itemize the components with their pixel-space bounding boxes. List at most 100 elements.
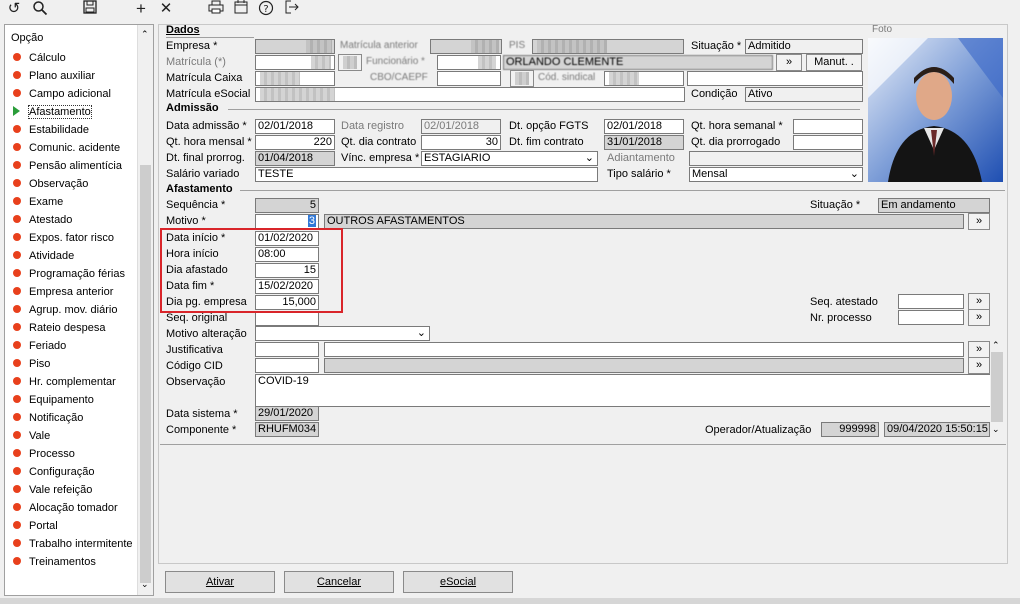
sequencia-label: Sequência *: [166, 199, 226, 211]
sidebar-item[interactable]: Campo adicional: [13, 86, 111, 103]
qt-hora-semanal-field[interactable]: [793, 119, 863, 134]
sidebar-item[interactable]: Empresa anterior: [13, 284, 113, 301]
exit-icon[interactable]: [282, 0, 302, 18]
manut-button[interactable]: Manut. .: [806, 54, 862, 71]
observacao-scrollbar[interactable]: ⌃ ⌄: [990, 340, 1004, 437]
codigo-cid-lookup-button[interactable]: »: [968, 357, 990, 374]
sidebar-item[interactable]: Portal: [13, 518, 58, 535]
sidebar-item[interactable]: Piso: [13, 356, 50, 373]
condicao-field: Ativo: [745, 87, 863, 102]
search-icon[interactable]: [30, 0, 50, 18]
bullet-icon: [13, 539, 21, 548]
sidebar-item[interactable]: Treinamentos: [13, 554, 96, 571]
seq-original-field[interactable]: [255, 311, 319, 326]
sidebar-item[interactable]: Observação: [13, 176, 88, 193]
salario-variado-field[interactable]: TESTE: [255, 167, 598, 182]
sidebar-item[interactable]: Exame: [13, 194, 63, 211]
sidebar-item-label: Vale refeição: [29, 484, 93, 496]
sidebar-item[interactable]: Plano auxiliar: [13, 68, 95, 85]
sidebar-item[interactable]: Rateio despesa: [13, 320, 105, 337]
sidebar-item[interactable]: Afastamento: [13, 104, 92, 121]
bullet-icon: [13, 287, 21, 296]
sidebar-item[interactable]: Comunic. acidente: [13, 140, 120, 157]
sidebar-item[interactable]: Expos. fator risco: [13, 230, 114, 247]
qt-dia-contrato-field[interactable]: 30: [421, 135, 501, 150]
esocial-button[interactable]: eSocial: [403, 571, 513, 593]
nr-processo-field[interactable]: [898, 310, 964, 325]
ativar-button[interactable]: Ativar: [165, 571, 275, 593]
matricula-lookup-button[interactable]: [338, 54, 362, 71]
matricula-esocial-field[interactable]: [255, 87, 685, 102]
seq-atestado-lookup-button[interactable]: »: [968, 293, 990, 310]
sidebar-item-label: Expos. fator risco: [29, 232, 114, 244]
sidebar-item-label: Piso: [29, 358, 51, 370]
motivo-lookup-button[interactable]: »: [968, 213, 990, 230]
sidebar-item[interactable]: Hr. complementar: [13, 374, 116, 391]
dt-opcao-fgts-field[interactable]: 02/01/2018: [604, 119, 684, 134]
cancelar-button[interactable]: Cancelar: [284, 571, 394, 593]
matricula-field[interactable]: [255, 55, 335, 70]
dados-extra-field[interactable]: [687, 71, 863, 86]
undo-icon[interactable]: ↺: [4, 0, 24, 18]
cbo-lookup-button[interactable]: [510, 70, 534, 87]
sidebar-item[interactable]: Vale refeição: [13, 482, 92, 499]
sidebar-item[interactable]: Feriado: [13, 338, 66, 355]
componente-label: Componente *: [166, 424, 237, 436]
observacao-textarea[interactable]: COVID-19: [255, 374, 991, 407]
save-icon[interactable]: [80, 0, 100, 18]
add-icon[interactable]: +: [131, 0, 151, 18]
funcionario-code-field[interactable]: [437, 55, 501, 70]
funcionario-lookup-button[interactable]: »: [776, 54, 802, 71]
justificativa-code-field[interactable]: [255, 342, 319, 357]
sidebar-item[interactable]: Processo: [13, 446, 75, 463]
cod-sindical-field[interactable]: [604, 71, 684, 86]
calendar-icon[interactable]: [231, 0, 251, 18]
justificativa-lookup-button[interactable]: »: [968, 341, 990, 358]
cbo-field[interactable]: [437, 71, 501, 86]
justificativa-desc-field[interactable]: [324, 342, 964, 357]
data-admissao-field[interactable]: 02/01/2018: [255, 119, 335, 134]
scroll-up-icon[interactable]: ⌃: [992, 340, 1000, 351]
close-icon[interactable]: ✕: [156, 0, 176, 18]
scroll-thumb[interactable]: [991, 352, 1003, 422]
print-icon[interactable]: [206, 0, 226, 18]
sidebar-item[interactable]: Atestado: [13, 212, 72, 229]
situacao-field: Admitido: [745, 39, 863, 54]
qt-hora-mensal-field[interactable]: 220: [255, 135, 335, 150]
scroll-down-icon[interactable]: ⌄: [992, 424, 1000, 435]
help-icon[interactable]: ?: [256, 0, 276, 18]
nr-processo-lookup-button[interactable]: »: [968, 309, 990, 326]
sidebar-scroll-thumb[interactable]: [140, 165, 151, 583]
dt-fim-contrato-label: Dt. fim contrato: [509, 136, 584, 148]
sidebar-item[interactable]: Programação férias: [13, 266, 125, 283]
scroll-up-icon[interactable]: ⌃: [141, 29, 149, 40]
data-sistema-field: 29/01/2020: [255, 406, 319, 421]
sidebar-item[interactable]: Agrup. mov. diário: [13, 302, 117, 319]
tipo-salario-select[interactable]: Mensal ⌄: [689, 167, 863, 182]
data-sistema-label: Data sistema *: [166, 408, 238, 420]
sidebar-item[interactable]: Equipamento: [13, 392, 94, 409]
sidebar-item[interactable]: Estabilidade: [13, 122, 89, 139]
vinc-empresa-select[interactable]: ESTAGIARIO ⌄: [421, 151, 598, 166]
qt-dia-prorrogado-field[interactable]: [793, 135, 863, 150]
sidebar-item[interactable]: Trabalho intermitente: [13, 536, 133, 553]
sidebar-item[interactable]: Vale: [13, 428, 50, 445]
motivo-code-field[interactable]: 3: [255, 214, 319, 229]
motivo-alteracao-select[interactable]: ⌄: [255, 326, 430, 341]
sidebar-item[interactable]: Atividade: [13, 248, 74, 265]
empresa-field[interactable]: [255, 39, 335, 54]
codigo-cid-field[interactable]: [255, 358, 319, 373]
scroll-down-icon[interactable]: ⌄: [141, 579, 149, 590]
matricula-caixa-field[interactable]: [255, 71, 335, 86]
sidebar-item[interactable]: Alocação tomador: [13, 500, 118, 517]
foto-label: Foto: [872, 24, 893, 35]
sidebar-item[interactable]: Configuração: [13, 464, 94, 481]
seq-atestado-field[interactable]: [898, 294, 964, 309]
sidebar-item-label: Programação férias: [29, 268, 125, 280]
matricula-anterior-field[interactable]: [430, 39, 502, 54]
pis-field[interactable]: [532, 39, 684, 54]
sidebar-scrollbar[interactable]: ⌃ ⌄: [137, 25, 153, 595]
sidebar-item[interactable]: Cálculo: [13, 50, 66, 67]
sidebar-item[interactable]: Pensão alimentícia: [13, 158, 122, 175]
sidebar-item[interactable]: Notificação: [13, 410, 83, 427]
